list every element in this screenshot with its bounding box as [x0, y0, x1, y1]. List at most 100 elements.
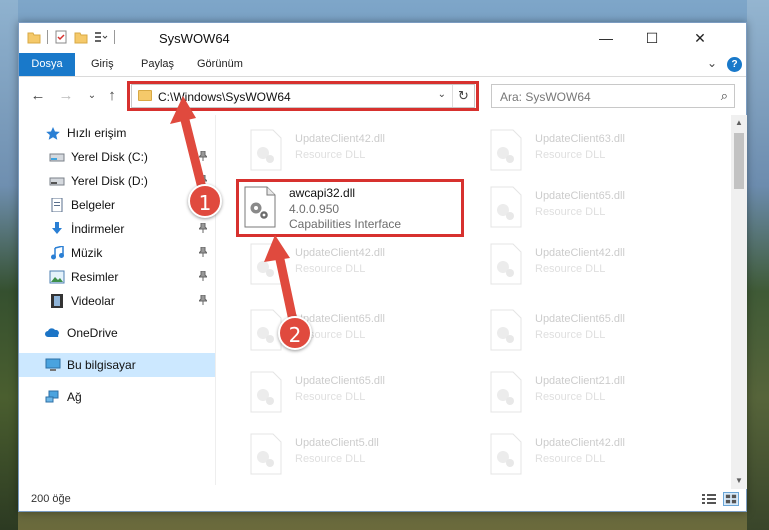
desktop-background-left [0, 0, 18, 530]
pin-icon[interactable] [199, 223, 207, 233]
file-name: UpdateClient65.dll [535, 313, 625, 325]
desktop-background-right [747, 0, 769, 530]
sidebar-item-documents[interactable]: Belgeler [19, 193, 215, 217]
vertical-scrollbar[interactable]: ▲ ▼ [731, 115, 747, 489]
dll-file-icon [490, 309, 522, 351]
sidebar-item-label: Yerel Disk (D:) [71, 174, 148, 188]
forward-button[interactable]: → [57, 87, 75, 105]
download-icon [52, 222, 62, 234]
new-folder-icon[interactable] [74, 30, 88, 44]
navigation-pane: Hızlı erişim Yerel Disk (C:) Yerel Disk … [19, 115, 215, 485]
file-description: Resource DLL [535, 329, 606, 341]
ribbon-tabs: Dosya Giriş Paylaş Görünüm ⌄ ? [19, 53, 746, 77]
sidebar-item-pictures[interactable]: Resimler [19, 265, 215, 289]
step-2-badge: 2 [278, 316, 312, 350]
step-1-badge: 1 [188, 184, 222, 218]
customize-toolbar-icon[interactable] [94, 30, 108, 44]
sidebar-item-local-disk-d[interactable]: Yerel Disk (D:) [19, 169, 215, 193]
file-name: UpdateClient42.dll [535, 247, 625, 259]
file-description: Resource DLL [535, 149, 606, 161]
pin-icon[interactable] [199, 295, 207, 305]
sidebar-item-music[interactable]: Müzik [19, 241, 215, 265]
star-icon [46, 127, 60, 140]
file-tile[interactable]: UpdateClient5.dll Resource DLL [229, 425, 459, 485]
sidebar-item-label: İndirmeler [71, 222, 125, 236]
file-tile[interactable]: UpdateClient65.dll Resource DLL [229, 363, 459, 423]
back-button[interactable]: ← [29, 87, 47, 105]
dll-file-icon [250, 243, 282, 285]
file-description: Resource DLL [295, 453, 366, 465]
pane-divider [215, 115, 216, 485]
file-description: Resource DLL [295, 149, 366, 161]
qa-separator [114, 30, 115, 44]
expand-ribbon-icon[interactable]: ⌄ [707, 56, 717, 70]
pin-icon[interactable] [199, 247, 207, 257]
scroll-down-arrow-icon[interactable]: ▼ [731, 473, 747, 489]
sidebar-item-this-pc[interactable]: Bu bilgisayar [19, 353, 215, 377]
scroll-up-arrow-icon[interactable]: ▲ [731, 115, 747, 131]
sidebar-item-downloads[interactable]: İndirmeler [19, 217, 215, 241]
close-button[interactable]: ✕ [677, 23, 723, 53]
sidebar-item-label: Bu bilgisayar [67, 358, 136, 372]
file-tile[interactable]: UpdateClient42.dll Resource DLL [229, 121, 459, 181]
dll-file-icon [490, 371, 522, 413]
drive-icon [49, 177, 65, 186]
search-placeholder[interactable]: Ara: SysWOW64 [500, 90, 591, 104]
search-box[interactable]: Ara: SysWOW64 ⌕ [491, 84, 735, 108]
file-tile[interactable]: UpdateClient42.dll Resource DLL [229, 235, 459, 295]
up-button[interactable]: ↑ [103, 87, 121, 105]
cloud-icon [45, 328, 59, 337]
dll-file-icon [490, 433, 522, 475]
pin-icon[interactable] [199, 151, 207, 161]
file-tile[interactable]: UpdateClient65.dll Resource DLL [469, 301, 699, 361]
sidebar-item-quick-access[interactable]: Hızlı erişim [19, 121, 215, 145]
tiles-view-icon[interactable] [723, 492, 739, 506]
sidebar-item-label: OneDrive [67, 326, 118, 340]
file-tile[interactable]: UpdateClient21.dll Resource DLL [469, 363, 699, 423]
dll-file-icon [250, 371, 282, 413]
window-title: SysWOW64 [159, 31, 230, 46]
status-bar: 200 öğe [19, 489, 746, 511]
file-name: UpdateClient42.dll [295, 133, 385, 145]
sidebar-item-label: Resimler [71, 270, 119, 284]
videos-icon [51, 294, 63, 308]
sidebar-item-onedrive[interactable]: OneDrive [19, 321, 215, 345]
minimize-button[interactable]: — [583, 23, 629, 53]
file-tile[interactable]: UpdateClient65.dll Resource DLL [469, 178, 699, 238]
file-description: Resource DLL [535, 453, 606, 465]
maximize-button[interactable]: ☐ [629, 23, 675, 53]
drive-icon [49, 153, 65, 162]
dll-file-icon [250, 129, 282, 171]
pin-icon[interactable] [199, 271, 207, 281]
file-tile[interactable]: UpdateClient65.dll Resource DLL [229, 301, 459, 361]
tab-dosya[interactable]: Dosya [19, 53, 75, 76]
tab-giris[interactable]: Giriş [81, 53, 124, 76]
properties-icon[interactable] [54, 30, 68, 44]
sidebar-item-network[interactable]: Ağ [19, 385, 215, 409]
dll-file-icon [490, 186, 522, 228]
sidebar-item-videos[interactable]: Videolar [19, 289, 215, 313]
scrollbar-thumb[interactable] [734, 133, 744, 189]
file-tile[interactable]: UpdateClient42.dll Resource DLL [469, 235, 699, 295]
address-highlight-box [127, 81, 479, 111]
dll-file-icon [250, 433, 282, 475]
file-description: Resource DLL [295, 263, 366, 275]
documents-icon [51, 198, 63, 212]
file-tile[interactable]: UpdateClient63.dll Resource DLL [469, 121, 699, 181]
recent-locations-button[interactable]: ⌄ [83, 87, 101, 105]
file-highlight-box [236, 179, 464, 237]
title-bar: SysWOW64 — ☐ ✕ [19, 23, 746, 53]
quick-access-toolbar [27, 30, 121, 44]
help-icon[interactable]: ? [727, 57, 742, 72]
details-view-icon[interactable] [701, 492, 717, 506]
file-tile[interactable]: UpdateClient42.dll Resource DLL [469, 425, 699, 485]
dll-file-icon [490, 129, 522, 171]
tab-paylas[interactable]: Paylaş [131, 53, 184, 76]
file-name: UpdateClient63.dll [535, 133, 625, 145]
sidebar-item-label: Yerel Disk (C:) [71, 150, 148, 164]
qa-separator [47, 30, 48, 44]
file-name: UpdateClient21.dll [535, 375, 625, 387]
sidebar-item-local-disk-c[interactable]: Yerel Disk (C:) [19, 145, 215, 169]
search-icon[interactable]: ⌕ [721, 88, 728, 104]
tab-gorunum[interactable]: Görünüm [187, 53, 253, 76]
